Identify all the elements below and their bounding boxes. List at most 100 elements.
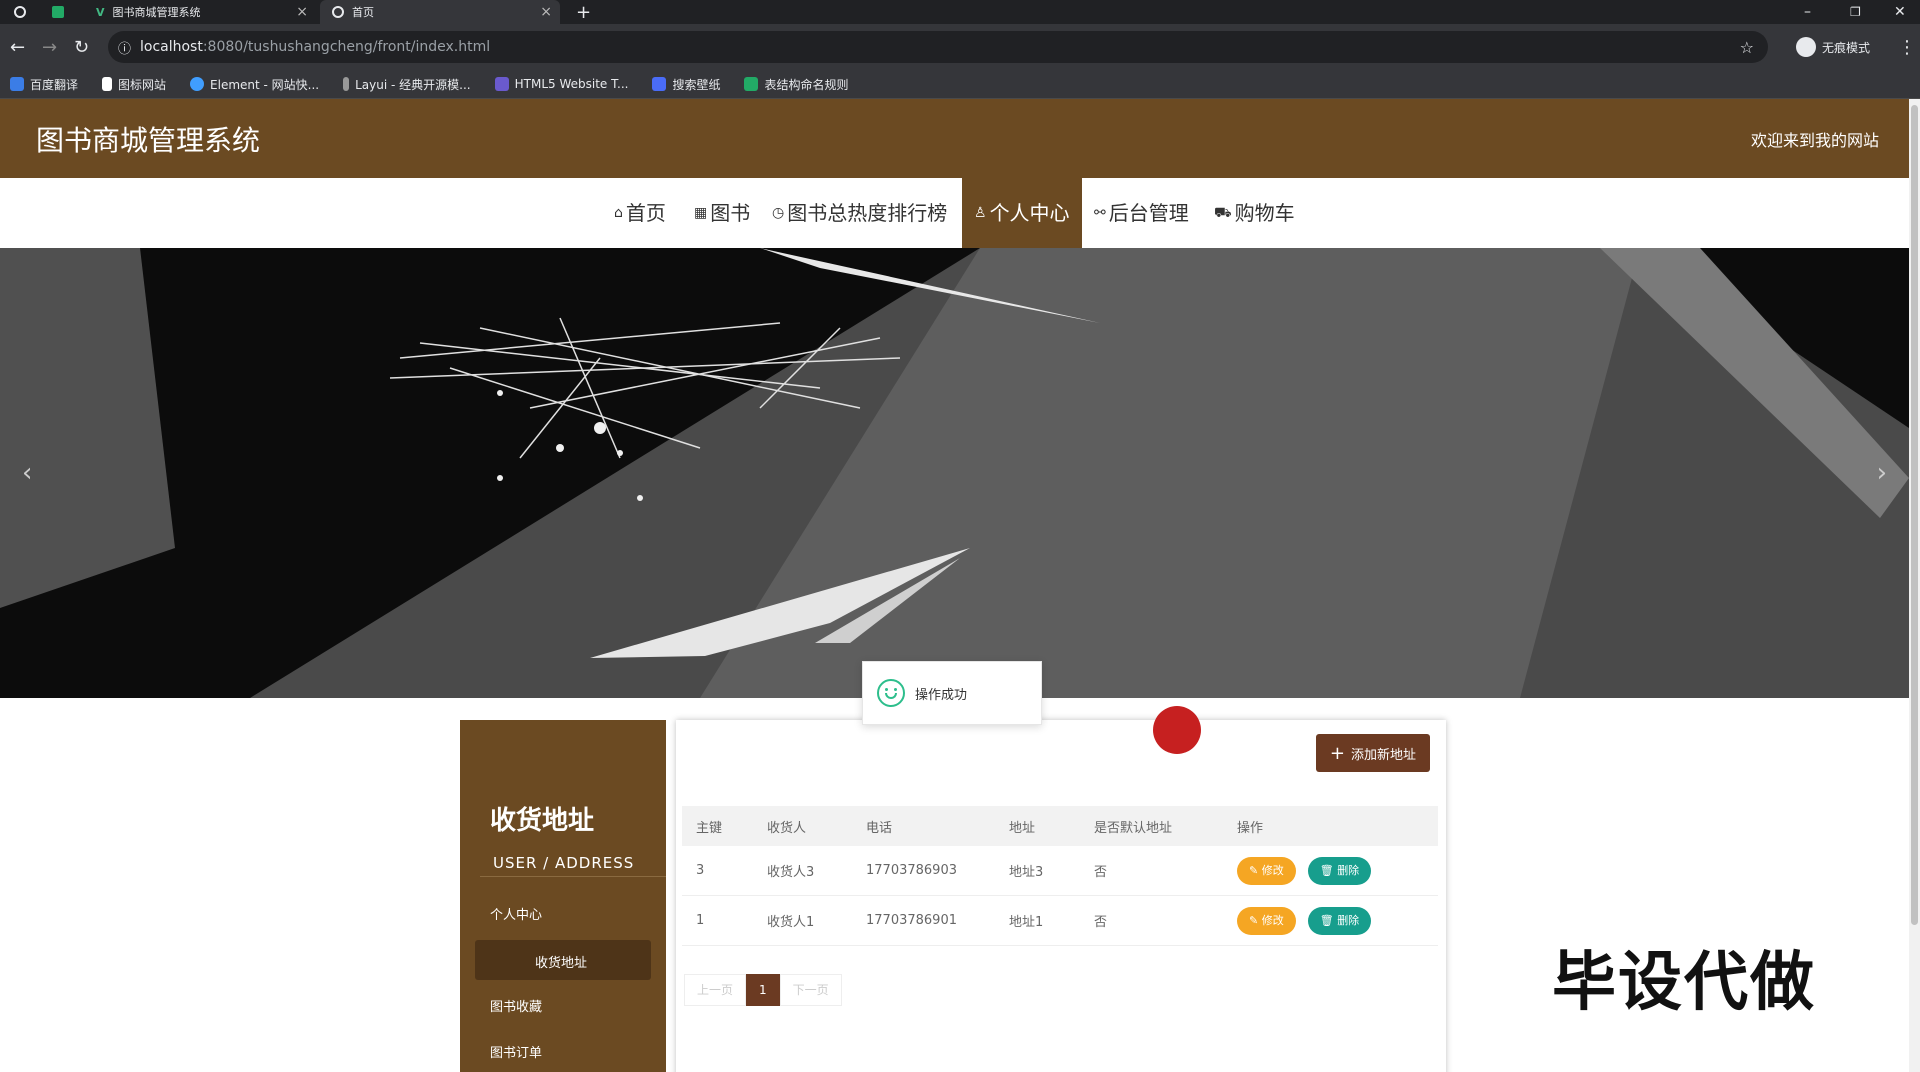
bookmark-label: Layui - 经典开源模... <box>355 77 471 92</box>
bookmark-item[interactable]: 百度翻译 <box>10 76 78 93</box>
cell-phone: 17703786903 <box>852 846 995 896</box>
clock-icon: ◷ <box>772 205 785 221</box>
nav-user-center[interactable]: ♙ 个人中心 <box>962 178 1082 248</box>
browser-tab-bar: V 图书商城管理系统 × 首页 × + – ❐ ✕ <box>0 0 1920 24</box>
next-page-button[interactable]: 下一页 <box>779 974 842 1006</box>
pencil-icon: ✎ <box>1249 863 1262 877</box>
site-header: 图书商城管理系统 欢迎来到我的网站 <box>0 99 1909 178</box>
site-title: 图书商城管理系统 <box>36 124 261 157</box>
bookmark-item[interactable]: Element - 网站快... <box>190 76 319 93</box>
add-address-button[interactable]: + 添加新地址 <box>1315 734 1430 772</box>
header-name: 收货人 <box>753 806 852 846</box>
nav-books-label: 图书 <box>710 201 751 225</box>
user-icon: ♙ <box>974 205 987 221</box>
nav-home[interactable]: ⌂ 首页 <box>614 178 666 248</box>
browser-menu-icon[interactable]: ⋮ <box>1898 37 1916 58</box>
bookmark-item[interactable]: 表结构命名规则 <box>744 76 848 93</box>
nav-ranking[interactable]: ◷ 图书总热度排行榜 <box>772 178 947 248</box>
pencil-icon: ✎ <box>1249 913 1262 927</box>
cell-address: 地址3 <box>995 846 1080 896</box>
sidebar-item-address[interactable]: 收货地址 <box>475 940 651 980</box>
url-field[interactable]: ⓘ localhost:8080/tushushangcheng/front/i… <box>108 31 1768 63</box>
header-phone: 电话 <box>852 806 995 846</box>
smile-icon <box>877 679 905 707</box>
info-icon: ⓘ <box>118 41 132 57</box>
edit-button[interactable]: ✎ 修改 <box>1237 856 1296 885</box>
nav-user-center-label: 个人中心 <box>989 201 1070 225</box>
new-tab-button[interactable]: + <box>576 0 591 24</box>
back-icon[interactable]: ← <box>10 37 25 58</box>
delete-button[interactable]: 🗑 删除 <box>1307 906 1372 935</box>
address-panel: + 添加新地址 主键 收货人 电话 地址 是否默认地址 操作 3 收货人3 17… <box>676 720 1446 1072</box>
table-header-row: 主键 收货人 电话 地址 是否默认地址 操作 <box>682 806 1438 846</box>
page-scrollbar[interactable] <box>1909 99 1920 1072</box>
layui-icon <box>343 77 350 91</box>
reload-icon[interactable]: ↻ <box>74 37 89 58</box>
header-actions: 操作 <box>1223 806 1438 846</box>
nav-books[interactable]: ▦ 图书 <box>694 178 750 248</box>
star-icon[interactable]: ☆ <box>1740 38 1754 57</box>
close-icon[interactable]: × <box>540 4 552 20</box>
carousel-banner: ‹ › <box>0 248 1909 698</box>
flag-icon <box>102 77 113 91</box>
minimize-button[interactable]: – <box>1804 0 1811 24</box>
vue-icon: V <box>96 5 105 19</box>
incognito-icon <box>1796 37 1816 57</box>
nav-ranking-label: 图书总热度排行榜 <box>787 201 948 225</box>
tab-admin[interactable]: V 图书商城管理系统 × <box>84 0 316 24</box>
nav-cart-label: 购物车 <box>1234 201 1295 225</box>
browser-menu-icon[interactable] <box>14 0 26 24</box>
window-close-button[interactable]: ✕ <box>1894 0 1906 24</box>
grid-icon: ▦ <box>694 205 708 221</box>
sidebar-item-address-label: 收货地址 <box>535 956 588 971</box>
edit-label: 修改 <box>1261 913 1284 927</box>
edit-button[interactable]: ✎ 修改 <box>1237 906 1296 935</box>
page-number-button[interactable]: 1 <box>746 974 780 1006</box>
cell-default: 否 <box>1080 895 1223 946</box>
pinned-tab-icon[interactable] <box>52 0 64 24</box>
toast-message: 操作成功 <box>915 687 968 703</box>
bookmark-item[interactable]: Layui - 经典开源模... <box>343 76 471 93</box>
forward-icon[interactable]: → <box>42 37 57 58</box>
welcome-text: 欢迎来到我的网站 <box>1750 131 1879 150</box>
nav-cart[interactable]: ⛟ 购物车 <box>1214 178 1295 248</box>
element-icon <box>190 77 205 91</box>
bookmark-label: 图标网站 <box>118 77 167 92</box>
url-host: localhost <box>140 39 203 55</box>
cursor-highlight <box>1153 706 1201 754</box>
bookmark-item[interactable]: 搜索壁纸 <box>652 76 720 93</box>
bookmark-icon <box>10 77 24 91</box>
incognito-indicator[interactable]: 无痕模式 <box>1796 37 1870 57</box>
home-icon: ⌂ <box>614 205 623 221</box>
header-id: 主键 <box>682 806 753 846</box>
header-default: 是否默认地址 <box>1080 806 1223 846</box>
nav-admin[interactable]: ⚯ 后台管理 <box>1094 178 1189 248</box>
bookmark-item[interactable]: HTML5 Website T... <box>494 77 629 91</box>
bookmark-label: HTML5 Website T... <box>514 77 629 91</box>
close-icon[interactable]: × <box>296 4 308 20</box>
carousel-next-icon[interactable]: › <box>1877 458 1887 488</box>
address-table: 主键 收货人 电话 地址 是否默认地址 操作 3 收货人3 1770378690… <box>682 806 1438 946</box>
address-bar-row: ← → ↻ ⓘ localhost:8080/tushushangcheng/f… <box>0 24 1920 70</box>
delete-button[interactable]: 🗑 删除 <box>1307 856 1372 885</box>
web-page: 图书商城管理系统 欢迎来到我的网站 ⌂ 首页 ▦ 图书 ◷ 图书总热度排行榜 ♙ 个人中… <box>0 99 1909 1072</box>
cell-name: 收货人1 <box>753 895 852 946</box>
table-row: 3 收货人3 17703786903 地址3 否 ✎ 修改 🗑 删除 <box>682 846 1438 896</box>
sidebar-item-orders[interactable]: 图书订单 <box>490 1042 542 1061</box>
restore-button[interactable]: ❐ <box>1850 0 1861 24</box>
prev-page-button[interactable]: 上一页 <box>684 974 747 1006</box>
sidebar-item-favorites[interactable]: 图书收藏 <box>490 996 542 1015</box>
bookmarks-bar: 百度翻译 图标网站 Element - 网站快... Layui - 经典开源模… <box>0 70 1920 99</box>
sheet-icon <box>744 77 759 91</box>
link-icon: ⚯ <box>1094 205 1106 221</box>
pagination: 上一页 1 下一页 <box>684 974 842 1006</box>
main-nav: ⌂ 首页 ▦ 图书 ◷ 图书总热度排行榜 ♙ 个人中心 ⚯ 后台管理 ⛟ 购物车 <box>0 178 1909 248</box>
cell-address: 地址1 <box>995 895 1080 946</box>
scrollbar-thumb[interactable] <box>1911 105 1918 925</box>
sidebar-item-user-center[interactable]: 个人中心 <box>490 904 542 923</box>
carousel-prev-icon[interactable]: ‹ <box>22 458 32 488</box>
tab-home[interactable]: 首页 × <box>320 0 560 24</box>
bookmark-item[interactable]: 图标网站 <box>102 76 166 93</box>
cell-actions: ✎ 修改 🗑 删除 <box>1223 846 1438 896</box>
wallpaper-icon <box>652 77 667 91</box>
